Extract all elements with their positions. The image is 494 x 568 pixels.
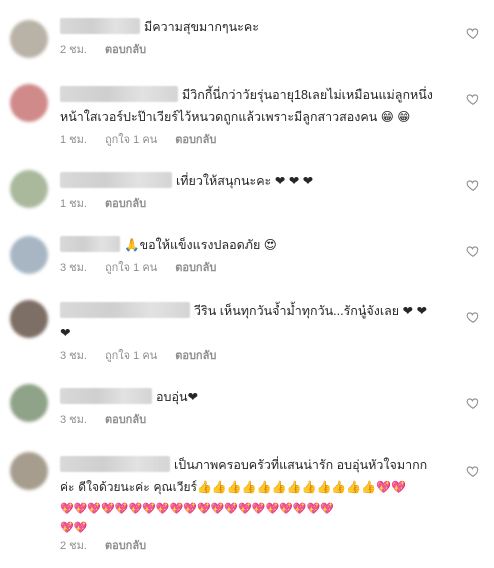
comment-text: เป็นภาพครอบครัวที่แสนน่ารัก อบอุ่นหัวใจม… xyxy=(60,454,454,476)
comment-text: 🙏ขอให้แข็งแรงปลอดภัย 😍 xyxy=(60,234,454,256)
comment-text-line: ❤ xyxy=(60,326,71,340)
comment-text: เที่ยวให้สนุกนะคะ ❤ ❤ ❤ xyxy=(60,170,454,192)
avatar[interactable] xyxy=(10,384,48,422)
reply-button[interactable]: ตอบกลับ xyxy=(105,44,146,56)
like-count[interactable]: ถูกใจ 1 คน xyxy=(105,262,157,274)
like-heart-icon[interactable] xyxy=(466,26,480,40)
reply-button[interactable]: ตอบกลับ xyxy=(105,414,146,426)
avatar[interactable] xyxy=(10,452,48,490)
like-count[interactable]: ถูกใจ 1 คน xyxy=(105,134,157,146)
comment-time: 3 ชม. xyxy=(60,414,87,426)
like-heart-icon[interactable] xyxy=(466,92,480,106)
comment-meta: 2 ชม. ตอบกลับ xyxy=(60,538,454,554)
reply-button[interactable]: ตอบกลับ xyxy=(105,198,146,210)
username-redacted[interactable] xyxy=(60,172,172,188)
username-redacted[interactable] xyxy=(60,456,170,472)
comment-meta: 3 ชม. ตอบกลับ xyxy=(60,412,454,428)
comment-text-line: 💖💖 xyxy=(60,521,88,534)
comment-meta: 2 ชม. ตอบกลับ xyxy=(60,42,454,58)
username-redacted[interactable] xyxy=(60,236,120,252)
comment-text-line: 💖💖💖💖💖💖💖💖💖💖💖💖💖💖💖💖💖💖💖💖 xyxy=(60,502,334,515)
comment-time: 3 ชม. xyxy=(60,350,87,362)
reply-button[interactable]: ตอบกลับ xyxy=(175,350,216,362)
avatar[interactable] xyxy=(10,300,48,338)
comment-text-line: หน้าใสเวอร์ปะป๊าเวียร์ไว้หนวดถูกแล้วเพรา… xyxy=(60,110,411,124)
comment-time: 2 ชม. xyxy=(60,540,87,552)
like-heart-icon[interactable] xyxy=(466,244,480,258)
comment-meta: 1 ชม. ตอบกลับ xyxy=(60,196,454,212)
comment-meta: 3 ชม. ถูกใจ 1 คน ตอบกลับ xyxy=(60,260,454,276)
comment-text: มีวิกกี้นี่กว่าวัยรุ่นอายุ18เลยไม่เหมือน… xyxy=(60,84,454,106)
comment-time: 1 ชม. xyxy=(60,134,87,146)
avatar[interactable] xyxy=(10,236,48,274)
username-redacted[interactable] xyxy=(60,388,152,404)
reply-button[interactable]: ตอบกลับ xyxy=(175,262,216,274)
comment-time: 2 ชม. xyxy=(60,44,87,56)
comment-text: อบอุ่น❤ xyxy=(60,386,454,408)
reply-button[interactable]: ตอบกลับ xyxy=(105,540,146,552)
like-heart-icon[interactable] xyxy=(466,396,480,410)
like-heart-icon[interactable] xyxy=(466,464,480,478)
comment-time: 1 ชม. xyxy=(60,198,87,210)
avatar[interactable] xyxy=(10,20,48,58)
like-count[interactable]: ถูกใจ 1 คน xyxy=(105,350,157,362)
comment-text: มีความสุขมากๆนะคะ xyxy=(60,16,454,38)
comment-time: 3 ชม. xyxy=(60,262,87,274)
username-redacted[interactable] xyxy=(60,86,178,102)
comment-text-line: ค่ะ ดีใจด้วยนะค่ะ คุณเวียร์👍👍👍👍👍👍👍👍👍👍👍👍💖… xyxy=(60,480,407,494)
reply-button[interactable]: ตอบกลับ xyxy=(175,134,216,146)
username-redacted[interactable] xyxy=(60,18,140,34)
comment-meta: 3 ชม. ถูกใจ 1 คน ตอบกลับ xyxy=(60,348,454,364)
comment-text: วีริน เห็นทุกวันจ้ำม้ำทุกวัน...รักนู๋จัง… xyxy=(60,300,454,322)
username-redacted[interactable] xyxy=(60,302,190,318)
comment-meta: 1 ชม. ถูกใจ 1 คน ตอบกลับ xyxy=(60,132,454,148)
avatar[interactable] xyxy=(10,170,48,208)
avatar[interactable] xyxy=(10,84,48,122)
like-heart-icon[interactable] xyxy=(466,310,480,324)
like-heart-icon[interactable] xyxy=(466,178,480,192)
